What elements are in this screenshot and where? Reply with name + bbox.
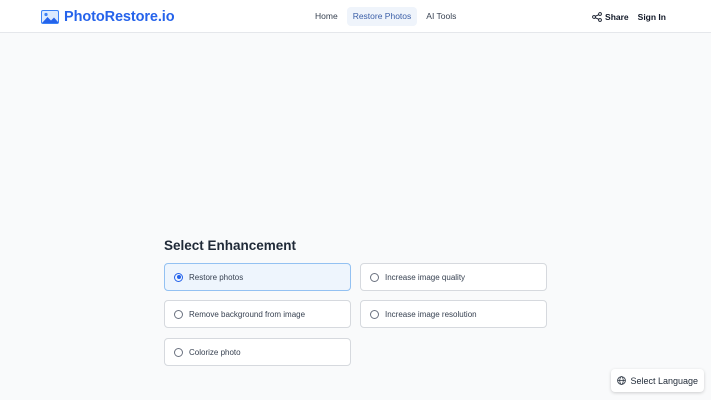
option-label: Restore photos xyxy=(189,272,244,282)
globe-icon xyxy=(617,376,627,385)
option-label: Colorize photo xyxy=(189,347,241,357)
share-icon xyxy=(592,11,602,22)
select-language-button[interactable]: Select Language xyxy=(611,369,704,392)
select-language-label: Select Language xyxy=(630,375,698,386)
nav-home[interactable]: Home xyxy=(309,7,344,26)
option-colorize-photo[interactable]: Colorize photo xyxy=(164,338,351,366)
radio-icon xyxy=(370,272,379,282)
radio-checked-icon xyxy=(174,272,183,282)
logo-link[interactable]: PhotoRestore.io xyxy=(41,7,175,27)
option-remove-background[interactable]: Remove background from image xyxy=(164,300,351,328)
page: PhotoRestore.io Home Restore Photos AI T… xyxy=(0,0,711,400)
option-label: Increase image resolution xyxy=(385,309,477,319)
radio-icon xyxy=(370,309,379,319)
radio-icon xyxy=(174,309,183,319)
radio-icon xyxy=(174,347,183,357)
option-restore-photos[interactable]: Restore photos xyxy=(164,263,351,291)
option-increase-image-quality[interactable]: Increase image quality xyxy=(360,263,547,291)
option-label: Increase image quality xyxy=(385,272,466,282)
main-nav: Home Restore Photos AI Tools xyxy=(309,7,465,26)
nav-restore-photos[interactable]: Restore Photos xyxy=(346,7,418,26)
sign-in-button[interactable]: Sign In xyxy=(638,12,666,22)
top-header: PhotoRestore.io Home Restore Photos AI T… xyxy=(0,0,711,33)
logo-text: PhotoRestore.io xyxy=(64,9,175,25)
share-button[interactable]: Share xyxy=(592,12,629,22)
image-icon xyxy=(41,10,59,24)
header-actions: Share Sign In xyxy=(592,9,666,24)
nav-ai-tools[interactable]: AI Tools xyxy=(420,7,462,26)
share-label: Share xyxy=(605,11,629,22)
option-label: Remove background from image xyxy=(189,309,306,319)
section-title: Select Enhancement xyxy=(164,238,297,253)
option-increase-image-resolution[interactable]: Increase image resolution xyxy=(360,300,547,328)
